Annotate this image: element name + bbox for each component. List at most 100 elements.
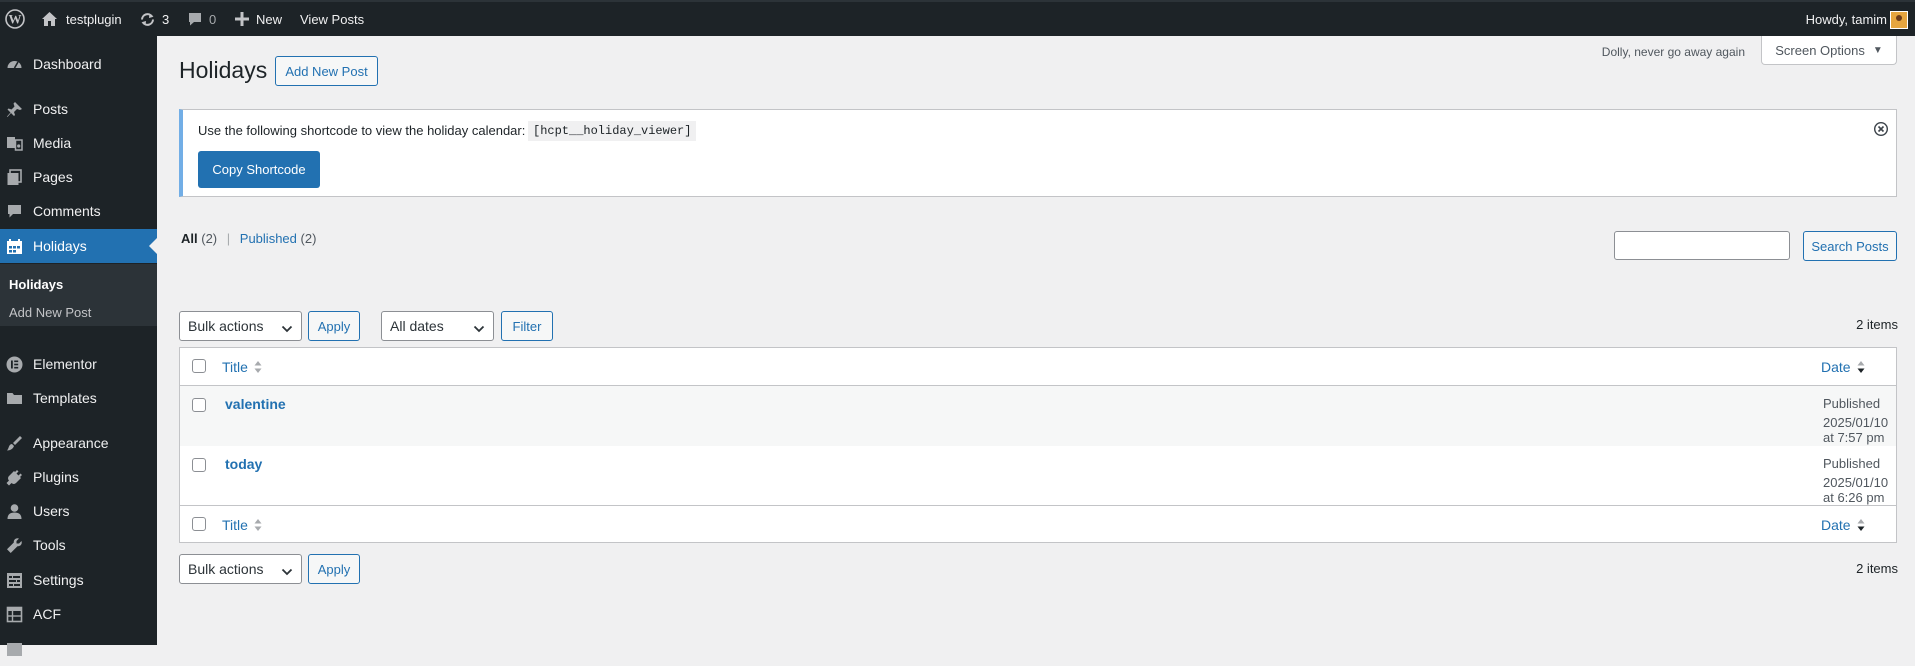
dates-filter-select[interactable]: All dates <box>381 311 494 341</box>
page-title: Holidays <box>179 57 268 83</box>
updates-link[interactable]: 3 <box>139 2 169 36</box>
sidebar-item-label: Media <box>33 135 72 151</box>
filter-published-link[interactable]: Published <box>240 231 297 246</box>
sidebar-item-partial[interactable] <box>0 632 157 666</box>
table-header: Title Date <box>180 348 1896 386</box>
posts-table: Title Date valentine Published 2025/01/1… <box>179 347 1897 543</box>
sidebar-item-pages[interactable]: Pages <box>0 160 157 194</box>
main-content: Dolly, never go away again Screen Option… <box>157 36 1915 645</box>
sidebar-item-appearance[interactable]: Appearance <box>0 426 157 460</box>
plus-icon <box>235 12 249 26</box>
sidebar-item-elementor[interactable]: Elementor <box>0 347 157 381</box>
sidebar-item-users[interactable]: Users <box>0 494 157 528</box>
sidebar-item-holidays[interactable]: Holidays <box>0 229 157 263</box>
settings-icon <box>6 572 23 589</box>
new-content-link[interactable]: New <box>235 2 282 36</box>
bulk-actions-value: Bulk actions <box>188 561 264 577</box>
row-checkbox[interactable] <box>192 458 206 472</box>
plug-icon <box>6 469 23 486</box>
sidebar-item-dashboard[interactable]: Dashboard <box>0 47 157 81</box>
gallery-icon <box>6 641 23 658</box>
items-count: 2 items <box>1856 317 1898 332</box>
post-status-filters: All (2) | Published (2) <box>181 231 316 246</box>
sidebar-item-label: Dashboard <box>33 56 102 72</box>
admin-sidebar: Dashboard Posts Media Pages Comments Hol… <box>0 36 157 656</box>
chevron-down-icon <box>281 321 293 333</box>
row-checkbox[interactable] <box>192 398 206 412</box>
date-column-label: Date <box>1821 359 1851 375</box>
view-posts-link[interactable]: View Posts <box>300 2 364 36</box>
media-icon <box>6 135 23 152</box>
sidebar-item-label: Users <box>33 503 70 519</box>
wordpress-logo-icon[interactable]: W <box>5 2 25 36</box>
wrench-icon <box>6 537 23 554</box>
shortcode-code: [hcpt__holiday_viewer] <box>528 121 697 141</box>
sidebar-item-label: ACF <box>33 606 61 622</box>
dashboard-icon <box>6 56 23 73</box>
sidebar-item-label: Templates <box>33 390 97 406</box>
search-input[interactable] <box>1614 231 1790 260</box>
sidebar-item-label: Tools <box>33 537 66 553</box>
holidays-submenu: Holidays Add New Post <box>0 264 157 326</box>
updates-icon <box>139 11 156 28</box>
updates-count: 3 <box>162 11 170 27</box>
sidebar-item-posts[interactable]: Posts <box>0 92 157 126</box>
chevron-down-icon <box>281 564 293 576</box>
svg-text:W: W <box>9 12 22 27</box>
search-posts-button[interactable]: Search Posts <box>1803 231 1897 261</box>
apply-button[interactable]: Apply <box>308 311 360 341</box>
avatar[interactable] <box>1890 11 1908 29</box>
sidebar-item-comments[interactable]: Comments <box>0 194 157 228</box>
sidebar-item-label: Appearance <box>33 435 109 451</box>
shortcode-notice: Use the following shortcode to view the … <box>179 109 1897 197</box>
folder-icon <box>6 390 23 407</box>
post-title-link[interactable]: valentine <box>225 396 286 412</box>
table-row: today Published 2025/01/10 at 6:26 pm <box>180 446 1896 506</box>
bulk-actions-value: Bulk actions <box>188 318 264 334</box>
dismiss-icon[interactable] <box>1873 121 1889 137</box>
date-column-label: Date <box>1821 517 1851 533</box>
post-status: Published <box>1823 456 1881 471</box>
home-icon <box>41 11 58 27</box>
title-column-label: Title <box>222 517 248 533</box>
select-all-checkbox[interactable] <box>192 359 206 373</box>
sidebar-item-media[interactable]: Media <box>0 126 157 160</box>
post-title-link[interactable]: today <box>225 456 262 472</box>
select-all-checkbox[interactable] <box>192 517 206 531</box>
post-date: 2025/01/10 at 6:26 pm <box>1823 475 1889 505</box>
sidebar-item-label: Comments <box>33 203 101 219</box>
copy-shortcode-button[interactable]: Copy Shortcode <box>198 151 320 188</box>
sort-desc-icon <box>1857 518 1865 532</box>
bulk-actions-select[interactable]: Bulk actions <box>179 311 302 341</box>
comments-link[interactable]: 0 <box>187 2 216 36</box>
sidebar-item-acf[interactable]: ACF <box>0 597 157 631</box>
howdy-user[interactable]: Howdy, tamim <box>1806 2 1887 36</box>
screen-options-button[interactable]: Screen Options ▼ <box>1761 36 1897 65</box>
submenu-item-holidays[interactable]: Holidays <box>9 277 63 292</box>
filter-all-link[interactable]: All <box>181 231 198 246</box>
filter-all-count: (2) <box>201 231 218 246</box>
caret-down-icon: ▼ <box>1872 44 1883 56</box>
sidebar-item-settings[interactable]: Settings <box>0 563 157 597</box>
site-name-link[interactable]: testplugin <box>41 2 122 36</box>
title-column-header[interactable]: Title <box>222 517 262 533</box>
new-label: New <box>256 11 283 27</box>
sidebar-item-label: Holidays <box>33 238 87 254</box>
user-icon <box>6 503 23 520</box>
sidebar-item-plugins[interactable]: Plugins <box>0 460 157 494</box>
apply-button-bottom[interactable]: Apply <box>308 554 360 584</box>
date-column-header[interactable]: Date <box>1821 517 1865 533</box>
filter-button[interactable]: Filter <box>501 311 553 341</box>
submenu-item-add-new-post[interactable]: Add New Post <box>9 305 91 320</box>
sidebar-item-templates[interactable]: Templates <box>0 381 157 415</box>
chevron-down-icon <box>473 321 485 333</box>
add-new-post-button[interactable]: Add New Post <box>275 56 378 86</box>
date-column-header[interactable]: Date <box>1821 359 1865 375</box>
sort-desc-icon <box>1857 360 1865 374</box>
sort-icon <box>254 518 262 532</box>
sidebar-item-tools[interactable]: Tools <box>0 528 157 562</box>
bulk-actions-select-bottom[interactable]: Bulk actions <box>179 554 302 584</box>
site-name: testplugin <box>66 11 122 27</box>
post-date: 2025/01/10 at 7:57 pm <box>1823 415 1889 445</box>
title-column-header[interactable]: Title <box>222 359 262 375</box>
